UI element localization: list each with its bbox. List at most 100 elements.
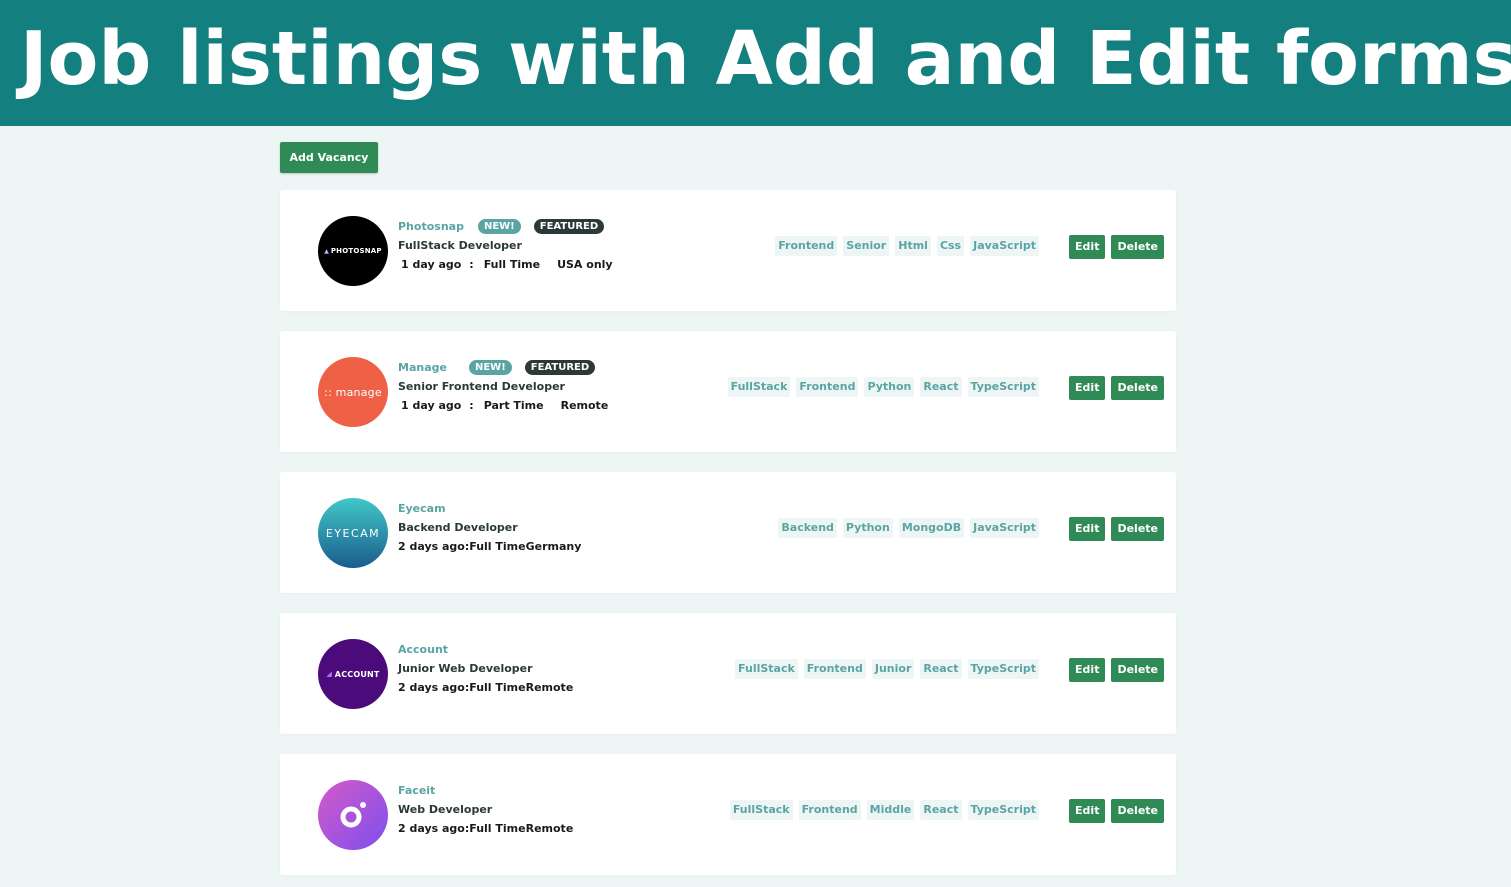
job-actions: Edit Delete (1069, 799, 1164, 823)
delete-button[interactable]: Delete (1111, 235, 1164, 259)
company-row: Account (398, 640, 573, 659)
meta-text: 2 days ago:Full TimeRemote (398, 681, 574, 694)
job-meta: 1 day ago: Full Time USA only (398, 255, 613, 275)
tag-frontend[interactable]: Frontend (798, 800, 861, 820)
featured-badge: FEATURED (533, 219, 605, 234)
job-actions: Edit Delete (1069, 235, 1164, 259)
position-title: Web Developer (398, 803, 493, 816)
meta-text: 2 days ago:Full TimeRemote (398, 822, 574, 835)
tag-fullstack[interactable]: FullStack (729, 800, 793, 820)
job-info: Eyecam Backend Developer 2 days ago:Full T… (398, 499, 581, 557)
edit-button[interactable]: Edit (1069, 235, 1106, 259)
position-title: FullStack Developer (398, 239, 522, 252)
tag-junior[interactable]: Junior (871, 659, 915, 679)
location: USA only (557, 258, 613, 271)
new-badge: NEW! (477, 219, 521, 234)
company-logo: EYECAM (318, 498, 388, 568)
tag-list: FullStack Frontend Junior React TypeScript (735, 659, 1039, 679)
company-row: Manage NEW! FEATURED (398, 358, 608, 377)
company-row: Photosnap NEW! FEATURED (398, 217, 613, 236)
meta-text: 2 days ago:Full TimeGermany (398, 540, 582, 553)
tag-middle[interactable]: Middle (866, 800, 915, 820)
tag-list: Backend Python MongoDB JavaScript (778, 518, 1039, 538)
tag-list: FullStack Frontend Python React TypeScript (727, 377, 1039, 397)
job-meta: 1 day ago: Part Time Remote (398, 396, 608, 416)
posted-at: 1 day ago (401, 258, 462, 271)
edit-button[interactable]: Edit (1069, 376, 1106, 400)
posted-at: 1 day ago (401, 399, 462, 412)
job-actions: Edit Delete (1069, 376, 1164, 400)
header-banner: Job listings with Add and Edit forms (0, 0, 1511, 126)
location: Remote (560, 399, 609, 412)
tag-backend[interactable]: Backend (778, 518, 837, 538)
job-meta: 2 days ago:Full TimeRemote (398, 678, 573, 698)
tag-typescript[interactable]: TypeScript (967, 659, 1039, 679)
separator: : (469, 258, 474, 271)
new-badge: NEW! (468, 360, 512, 375)
tag-list: FullStack Frontend Middle React TypeScript (729, 800, 1039, 820)
company-name: Manage (398, 361, 447, 374)
job-meta: 2 days ago:Full TimeGermany (398, 537, 581, 557)
company-logo: ◢ ACCOUNT (318, 639, 388, 709)
tag-fullstack[interactable]: FullStack (727, 377, 791, 397)
featured-badge: FEATURED (524, 360, 596, 375)
job-info: Manage NEW! FEATURED Senior Frontend Develo… (398, 358, 608, 416)
edit-button[interactable]: Edit (1069, 517, 1106, 541)
job-info: Photosnap NEW! FEATURED FullStack Developer… (398, 217, 613, 275)
delete-button[interactable]: Delete (1111, 658, 1164, 682)
photosnap-mark-icon: ▲ (324, 247, 329, 255)
tag-react[interactable]: React (920, 377, 962, 397)
job-meta: 2 days ago:Full TimeRemote (398, 819, 573, 839)
logo-text: ACCOUNT (334, 669, 380, 679)
job-card: Faceit Web Developer 2 days ago:Full TimeR… (280, 754, 1176, 875)
tag-react[interactable]: React (920, 800, 962, 820)
edit-button[interactable]: Edit (1069, 658, 1106, 682)
tag-python[interactable]: Python (864, 377, 915, 397)
tag-react[interactable]: React (920, 659, 962, 679)
tag-frontend[interactable]: Frontend (775, 236, 838, 256)
logo-text: :: manage (324, 385, 382, 399)
position-title: Junior Web Developer (398, 662, 533, 675)
company-name: Eyecam (398, 502, 446, 515)
logo-text: PHOTOSNAP (330, 247, 382, 255)
contract-type: Part Time (483, 399, 544, 412)
delete-button[interactable]: Delete (1111, 376, 1164, 400)
job-actions: Edit Delete (1069, 517, 1164, 541)
faceit-logo-icon (340, 802, 366, 828)
tag-mongodb[interactable]: MongoDB (898, 518, 965, 538)
tag-css[interactable]: Css (936, 236, 965, 256)
company-logo (318, 780, 388, 850)
company-logo: ▲ PHOTOSNAP (318, 216, 388, 286)
delete-button[interactable]: Delete (1111, 799, 1164, 823)
tag-list: Frontend Senior Html Css JavaScript (775, 236, 1039, 256)
edit-button[interactable]: Edit (1069, 799, 1106, 823)
company-row: Eyecam (398, 499, 581, 518)
tag-typescript[interactable]: TypeScript (967, 800, 1039, 820)
page-title: Job listings with Add and Edit forms (20, 16, 1511, 102)
company-name: Photosnap (398, 220, 464, 233)
job-card: :: manage Manage NEW! FEATUREDSenior Fronte… (280, 331, 1176, 452)
job-card: EYECAM Eyecam Backend Developer 2 days ago:… (280, 472, 1176, 593)
logo-text: EYECAM (325, 526, 381, 540)
tag-html[interactable]: Html (895, 236, 931, 256)
tag-frontend[interactable]: Frontend (796, 377, 859, 397)
tag-typescript[interactable]: TypeScript (967, 377, 1039, 397)
contract-type: Full Time (483, 258, 541, 271)
add-vacancy-button[interactable]: Add Vacancy (280, 142, 378, 173)
tag-javascript[interactable]: JavaScript (970, 518, 1039, 538)
delete-button[interactable]: Delete (1111, 517, 1164, 541)
tag-fullstack[interactable]: FullStack (735, 659, 798, 679)
tag-javascript[interactable]: JavaScript (970, 236, 1039, 256)
job-card: ◢ ACCOUNT Account Junior Web Developer 2 day… (280, 613, 1176, 734)
tag-python[interactable]: Python (842, 518, 893, 538)
tag-frontend[interactable]: Frontend (803, 659, 866, 679)
position-title: Senior Frontend Developer (398, 380, 565, 393)
job-card: ▲ PHOTOSNAP Photosnap NEW! FEATURED FullStack… (280, 190, 1176, 311)
position-title: Backend Developer (398, 521, 518, 534)
company-name: Account (398, 643, 449, 656)
company-name: Faceit (398, 784, 436, 797)
tag-senior[interactable]: Senior (843, 236, 890, 256)
separator: : (469, 399, 474, 412)
company-row: Faceit (398, 781, 573, 800)
job-info: Account Junior Web Developer 2 days ago:Fu… (398, 640, 573, 698)
